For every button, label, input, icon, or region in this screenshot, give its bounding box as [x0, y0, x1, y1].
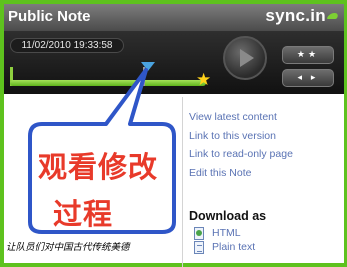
play-button[interactable] — [223, 36, 267, 80]
read-only-link[interactable]: Link to read-only page — [189, 145, 293, 164]
page-title: Public Note — [8, 8, 91, 25]
app-frame: Public Note sync.in 11/02/2010 19:33:58 … — [0, 0, 347, 267]
annotation-callout: 观看修改 过程 — [12, 56, 177, 234]
html-file-icon — [194, 227, 204, 240]
play-icon — [240, 49, 254, 67]
callout-line-2: 过程 — [53, 197, 114, 231]
download-heading: Download as — [189, 209, 267, 223]
timestamp-display: 11/02/2010 19:33:58 — [10, 38, 124, 53]
sidebar-divider — [182, 97, 183, 267]
star-icon[interactable]: ★ — [196, 72, 211, 89]
note-content: 让队员们对中国古代传统美德 — [6, 242, 130, 253]
sidebar-links: View latest content Link to this version… — [189, 108, 293, 182]
link-to-version-link[interactable]: Link to this version — [189, 127, 293, 146]
rate-button[interactable]: ★★ — [282, 46, 334, 64]
brand-mark-icon — [326, 13, 340, 19]
text-file-icon — [194, 241, 204, 254]
view-latest-link[interactable]: View latest content — [189, 108, 293, 127]
brand-logo: sync.in — [265, 6, 340, 26]
callout-line-1: 观看修改 — [38, 150, 159, 184]
step-button[interactable]: ◂ ▸ — [282, 69, 334, 87]
header-bar: Public Note sync.in — [4, 4, 344, 32]
edit-note-link[interactable]: Edit this Note — [189, 164, 293, 183]
download-html-label[interactable]: HTML — [212, 227, 241, 240]
download-text-label[interactable]: Plain text — [212, 241, 255, 254]
brand-name: sync.in — [265, 6, 326, 25]
